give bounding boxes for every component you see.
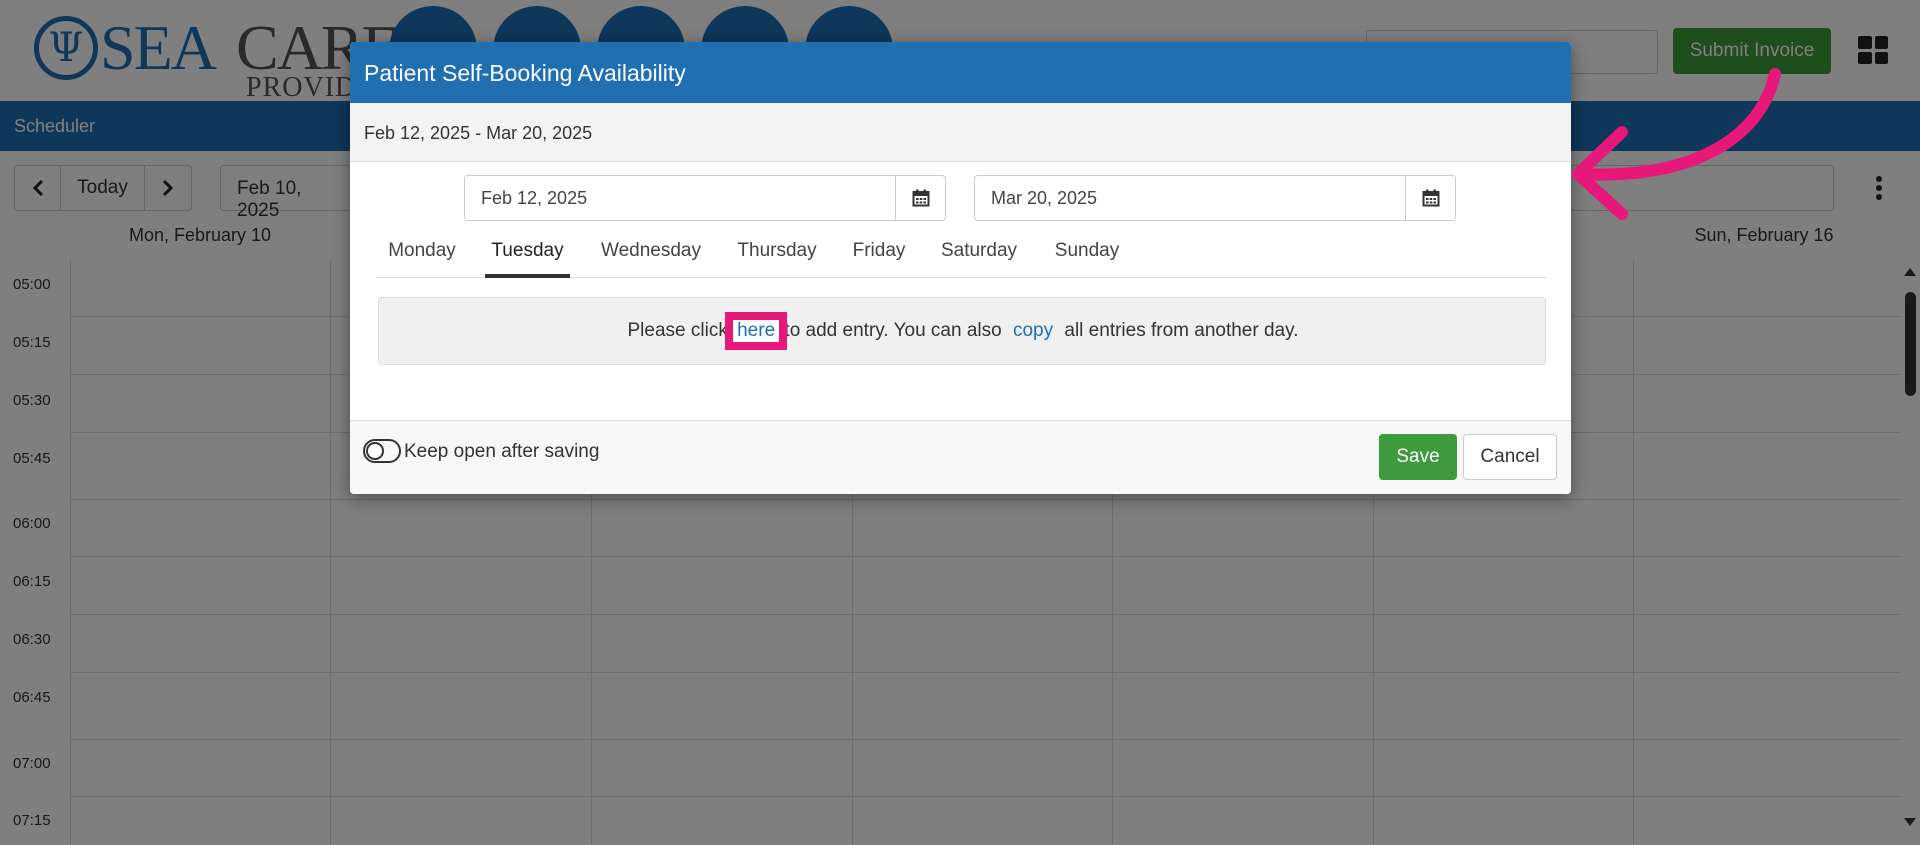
add-entry-link[interactable]: here <box>725 312 788 350</box>
save-button[interactable]: Save <box>1379 434 1457 480</box>
copy-entries-link[interactable]: copy <box>1013 320 1053 341</box>
tab-monday[interactable]: Monday <box>376 232 468 278</box>
self-booking-modal: Patient Self-Booking Availability Feb 12… <box>350 42 1571 494</box>
date-range-text: Feb 12, 2025 - Mar 20, 2025 <box>364 123 593 143</box>
annotation-arrow-icon <box>1572 68 1781 220</box>
tab-thursday[interactable]: Thursday <box>732 232 822 278</box>
keep-open-toggle[interactable] <box>363 439 401 463</box>
calendar-icon <box>912 189 929 207</box>
tab-friday[interactable]: Friday <box>848 232 910 278</box>
toggle-knob <box>366 442 384 460</box>
end-date-field[interactable]: Mar 20, 2025 <box>974 175 1456 221</box>
end-calendar-button[interactable] <box>1405 176 1455 220</box>
start-date-value[interactable]: Feb 12, 2025 <box>465 176 895 220</box>
start-date-field[interactable]: Feb 12, 2025 <box>464 175 946 221</box>
date-range-bar: Feb 12, 2025 - Mar 20, 2025 <box>350 103 1571 162</box>
modal-title: Patient Self-Booking Availability <box>364 60 686 86</box>
notice-suffix: all entries from another day. <box>1064 320 1299 341</box>
modal-header: Patient Self-Booking Availability <box>350 42 1571 103</box>
modal-footer: Keep open after saving Save Cancel <box>350 420 1571 494</box>
weekday-tabs: Monday Tuesday Wednesday Thursday Friday… <box>376 232 1546 278</box>
calendar-icon <box>1422 189 1439 207</box>
notice-middle: to add entry. You can also <box>784 320 1002 341</box>
notice-prefix: Please click <box>627 320 728 341</box>
start-calendar-button[interactable] <box>895 176 945 220</box>
tab-wednesday[interactable]: Wednesday <box>598 232 704 278</box>
cancel-button[interactable]: Cancel <box>1463 434 1557 480</box>
keep-open-label: Keep open after saving <box>404 441 600 462</box>
empty-entries-notice: Please click here to add entry. You can … <box>378 297 1546 365</box>
tab-sunday[interactable]: Sunday <box>1048 232 1126 278</box>
tab-tuesday[interactable]: Tuesday <box>485 232 570 278</box>
tab-saturday[interactable]: Saturday <box>936 232 1022 278</box>
notice-text: Please click here to add entry. You can … <box>379 312 1547 350</box>
end-date-value[interactable]: Mar 20, 2025 <box>975 176 1405 220</box>
